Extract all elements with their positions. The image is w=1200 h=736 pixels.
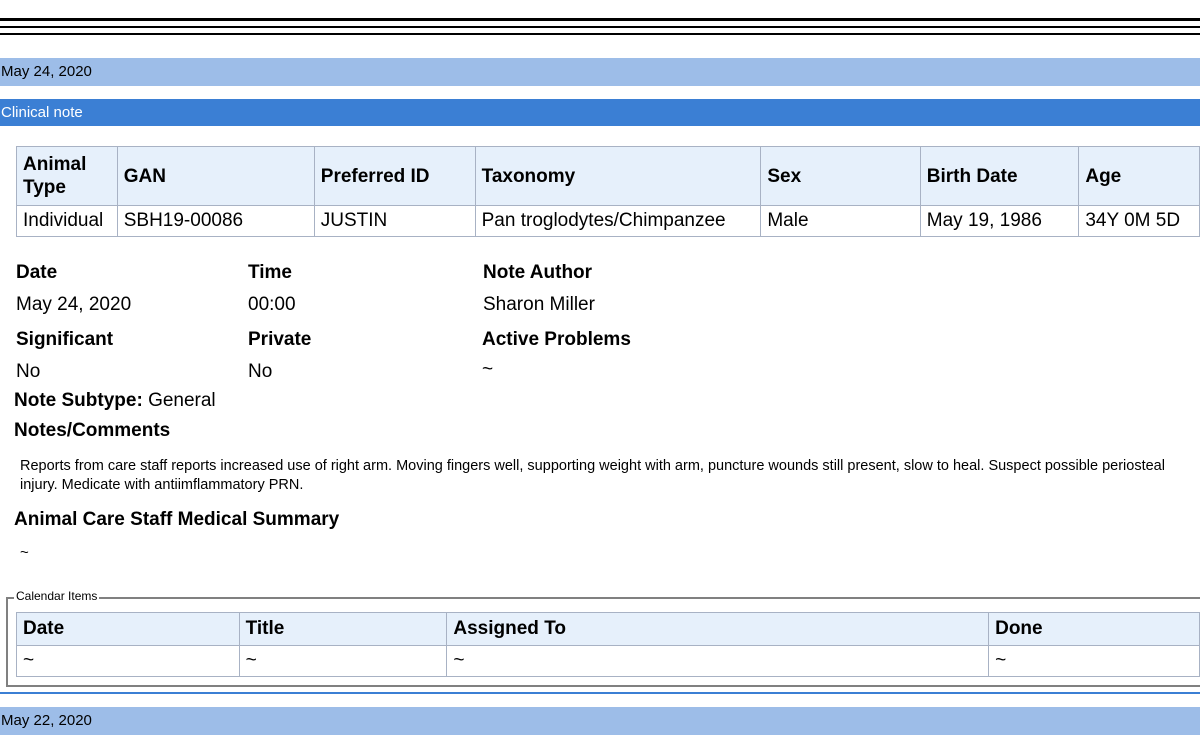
entry-divider [0, 692, 1200, 694]
private-value: No [248, 361, 273, 382]
header-preferred-id: Preferred ID [313, 146, 476, 206]
cal-header-date: Date [16, 612, 240, 646]
cal-header-title: Title [238, 612, 448, 646]
significant-label: Significant [16, 329, 114, 350]
header-taxonomy: Taxonomy [474, 146, 762, 206]
private-label: Private [248, 329, 312, 350]
summary-text: ~ [20, 544, 29, 561]
note-author-label: Note Author [483, 262, 593, 283]
cell-sex: Male [760, 205, 921, 237]
cell-birth-date: May 19, 1986 [919, 205, 1080, 237]
header-birth-date: Birth Date [919, 146, 1080, 206]
cal-cell-done: ~ [988, 645, 1200, 677]
significant-value: No [16, 361, 41, 382]
cell-animal-type: Individual [16, 205, 118, 237]
summary-heading: Animal Care Staff Medical Summary [14, 509, 340, 530]
date-label: Date [16, 262, 58, 283]
cell-taxonomy: Pan troglodytes/Chimpanzee [474, 205, 762, 237]
table-row: Individual SBH19-00086 JUSTIN Pan troglo… [16, 205, 1200, 237]
cal-header-assigned-to: Assigned To [446, 612, 990, 646]
top-rule-mid [0, 26, 1200, 28]
time-label: Time [248, 262, 293, 283]
cell-gan: SBH19-00086 [116, 205, 315, 237]
note-subtype: Note Subtype: General [14, 390, 216, 412]
note-subtype-label: Note Subtype: [14, 390, 143, 411]
header-sex: Sex [760, 146, 921, 206]
calendar-header-row: Date Title Assigned To Done [16, 612, 1200, 646]
notes-heading: Notes/Comments [14, 420, 171, 441]
day-header-next-date: May 22, 2020 [1, 712, 92, 729]
cal-cell-title: ~ [238, 645, 448, 677]
time-value: 00:00 [248, 294, 296, 315]
day-header-date: May 24, 2020 [1, 63, 92, 80]
cell-age: 34Y 0M 5D [1078, 205, 1200, 237]
table-row: ~ ~ ~ ~ [16, 645, 1200, 677]
cal-cell-date: ~ [16, 645, 240, 677]
calendar-items-legend: Calendar Items [14, 589, 100, 603]
animal-info-table: Animal Type GAN Preferred ID Taxonomy Se… [16, 146, 1200, 237]
active-problems-value: ~ [482, 359, 494, 380]
active-problems-label: Active Problems [482, 329, 631, 350]
day-header: May 24, 2020 [0, 58, 1200, 86]
note-type-bar: Clinical note [0, 99, 1200, 126]
top-rule-thick [0, 18, 1200, 21]
note-type-label: Clinical note [1, 104, 83, 121]
note-subtype-value: General [148, 390, 216, 411]
top-rule-thin [0, 33, 1200, 35]
calendar-table: Date Title Assigned To Done ~ ~ ~ ~ [16, 612, 1200, 677]
cal-header-done: Done [988, 612, 1200, 646]
animal-table-header-row: Animal Type GAN Preferred ID Taxonomy Se… [16, 146, 1200, 206]
header-animal-type: Animal Type [16, 146, 118, 206]
day-header-next: May 22, 2020 [0, 707, 1200, 735]
cell-preferred-id: JUSTIN [313, 205, 476, 237]
note-author-value: Sharon Miller [483, 294, 595, 315]
notes-text: Reports from care staff reports increase… [20, 458, 1165, 493]
header-gan: GAN [116, 146, 315, 206]
header-age: Age [1078, 146, 1200, 206]
date-value: May 24, 2020 [16, 294, 132, 315]
cal-cell-assigned-to: ~ [446, 645, 990, 677]
